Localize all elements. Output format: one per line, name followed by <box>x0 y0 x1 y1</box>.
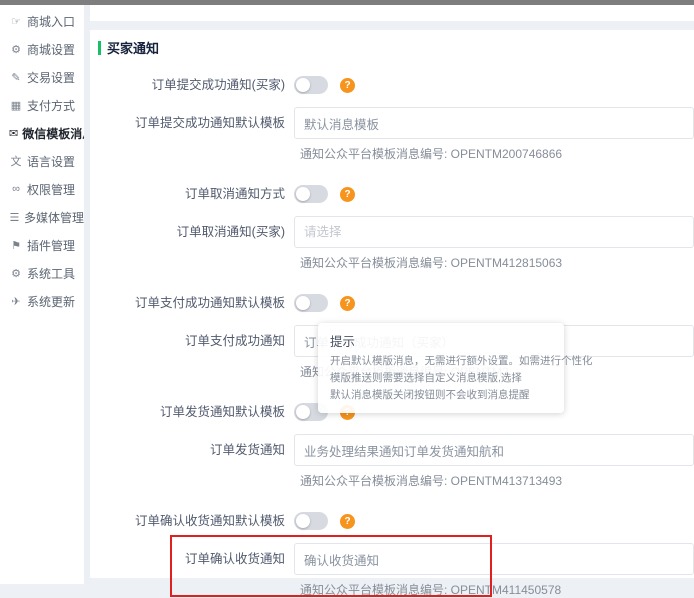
field-label: 订单发货通知默认模板 <box>90 402 294 422</box>
template-input[interactable] <box>294 543 694 575</box>
help-question-icon[interactable]: ? <box>340 78 355 93</box>
toggle-switch[interactable] <box>294 512 328 530</box>
content-area: 买家通知 订单提交成功通知(买家) ? 订单提交成功通知默认模板 通知公众平台模… <box>90 5 694 584</box>
hint-tooltip: 提示 开启默认模版消息，无需进行额外设置。如需进行个性化模版推送则需要选择自定义… <box>318 323 564 413</box>
tooltip-line: 默认消息模版关闭按钮则不会收到消息提醒 <box>330 387 552 404</box>
content-header-band <box>90 5 694 21</box>
mall-entry-icon: ☞ <box>9 15 23 28</box>
toggle-knob <box>296 405 310 419</box>
toggle-knob <box>296 296 310 310</box>
sidebar-item-permission[interactable]: ∞ 权限管理 <box>0 175 84 203</box>
help-question-icon[interactable]: ? <box>340 187 355 202</box>
language-settings-icon: 文 <box>9 153 23 169</box>
toggle-switch[interactable] <box>294 294 328 312</box>
template-code-text: 通知公众平台模板消息编号: OPENTM200746866 <box>294 145 694 162</box>
system-tools-icon: ⚙ <box>9 267 23 280</box>
sidebar-item-label: 支付方式 <box>27 97 75 114</box>
field-label: 订单确认收货通知 <box>90 543 294 598</box>
section-title: 买家通知 <box>90 30 694 67</box>
field-label: 订单提交成功通知(买家) <box>90 75 294 95</box>
sidebar-item-plugin-manage[interactable]: ⚑ 插件管理 <box>0 231 84 259</box>
tooltip-line: 模版推送则需要选择自定义消息模版,选择 <box>330 370 552 387</box>
field-label: 订单确认收货通知默认模板 <box>90 511 294 531</box>
input-row: 订单发货通知 通知公众平台模板消息编号: OPENTM413713493 <box>90 434 694 489</box>
sidebar-item-label: 语言设置 <box>27 153 75 170</box>
template-code-text: 通知公众平台模板消息编号: OPENTM412815063 <box>294 254 694 271</box>
permission-icon: ∞ <box>9 183 23 195</box>
sidebar-item-label: 权限管理 <box>27 181 75 198</box>
sidebar-item-system-update[interactable]: ✈ 系统更新 <box>0 287 84 315</box>
toggle-knob <box>296 514 310 528</box>
field-label: 订单支付成功通知默认模板 <box>90 293 294 313</box>
input-row: 订单确认收货通知 通知公众平台模板消息编号: OPENTM411450578 <box>90 543 694 598</box>
sidebar-item-system-tools[interactable]: ⚙ 系统工具 <box>0 259 84 287</box>
template-input[interactable] <box>294 107 694 139</box>
sidebar-item-media-manage[interactable]: ☰ 多媒体管理 <box>0 203 84 231</box>
buyer-notify-form: 订单提交成功通知(买家) ? 订单提交成功通知默认模板 通知公众平台模板消息编号… <box>90 67 694 598</box>
sidebar-item-label: 系统工具 <box>27 265 75 282</box>
tooltip-body: 开启默认模版消息，无需进行额外设置。如需进行个性化模版推送则需要选择自定义消息模… <box>330 353 552 404</box>
toggle-row: 订单确认收货通知默认模板 ? <box>90 511 694 531</box>
input-row: 订单提交成功通知默认模板 通知公众平台模板消息编号: OPENTM2007468… <box>90 107 694 162</box>
help-question-icon[interactable]: ? <box>340 296 355 311</box>
sidebar-item-mall-settings[interactable]: ⚙ 商城设置 <box>0 35 84 63</box>
mall-settings-icon: ⚙ <box>9 43 23 56</box>
sidebar-item-mall-entry[interactable]: ☞ 商城入口 <box>0 7 84 35</box>
sidebar-item-label: 系统更新 <box>27 293 75 310</box>
sidebar-item-label: 多媒体管理 <box>24 209 84 226</box>
toggle-row: 订单提交成功通知(买家) ? <box>90 75 694 95</box>
sidebar: ☞ 商城入口 ⚙ 商城设置 ✎ 交易设置 ▦ 支付方式 ✉ 微信模板消息 文 语… <box>0 5 84 584</box>
sidebar-item-label: 交易设置 <box>27 69 75 86</box>
toggle-knob <box>296 187 310 201</box>
trade-settings-icon: ✎ <box>9 71 23 84</box>
toggle-row: 订单支付成功通知默认模板 ? <box>90 293 694 313</box>
sidebar-item-label: 商城设置 <box>27 41 75 58</box>
wechat-template-icon: ✉ <box>9 127 18 140</box>
field-label: 订单提交成功通知默认模板 <box>90 107 294 162</box>
sidebar-item-language-settings[interactable]: 文 语言设置 <box>0 147 84 175</box>
payment-method-icon: ▦ <box>9 99 23 112</box>
field-label: 订单发货通知 <box>90 434 294 489</box>
sidebar-item-payment-method[interactable]: ▦ 支付方式 <box>0 91 84 119</box>
template-code-text: 通知公众平台模板消息编号: OPENTM413713493 <box>294 472 694 489</box>
toggle-row: 订单取消通知方式 ? <box>90 184 694 204</box>
tooltip-line: 开启默认模版消息，无需进行额外设置。如需进行个性化 <box>330 353 552 370</box>
section-accent-bar <box>98 41 101 55</box>
input-row: 订单取消通知(买家) 通知公众平台模板消息编号: OPENTM412815063 <box>90 216 694 271</box>
sidebar-item-label: 插件管理 <box>27 237 75 254</box>
toggle-knob <box>296 78 310 92</box>
field-label: 订单取消通知方式 <box>90 184 294 204</box>
field-label: 订单取消通知(买家) <box>90 216 294 271</box>
tooltip-title: 提示 <box>330 331 552 350</box>
input-row: 订单支付成功通知 通知公众平台模板消息编号: OPENTM2 提示 开启默认模版… <box>90 325 694 380</box>
sidebar-item-label: 商城入口 <box>27 13 75 30</box>
settings-card: 买家通知 订单提交成功通知(买家) ? 订单提交成功通知默认模板 通知公众平台模… <box>90 30 694 578</box>
template-input[interactable] <box>294 216 694 248</box>
section-title-text: 买家通知 <box>107 38 159 57</box>
plugin-manage-icon: ⚑ <box>9 239 23 252</box>
template-input[interactable] <box>294 434 694 466</box>
system-update-icon: ✈ <box>9 295 23 308</box>
top-divider-bar <box>0 0 694 5</box>
media-manage-icon: ☰ <box>9 211 20 224</box>
toggle-switch[interactable] <box>294 76 328 94</box>
help-question-icon[interactable]: ? <box>340 514 355 529</box>
sidebar-item-wechat-template[interactable]: ✉ 微信模板消息 <box>0 119 84 147</box>
field-label: 订单支付成功通知 <box>90 325 294 380</box>
toggle-switch[interactable] <box>294 185 328 203</box>
sidebar-item-trade-settings[interactable]: ✎ 交易设置 <box>0 63 84 91</box>
